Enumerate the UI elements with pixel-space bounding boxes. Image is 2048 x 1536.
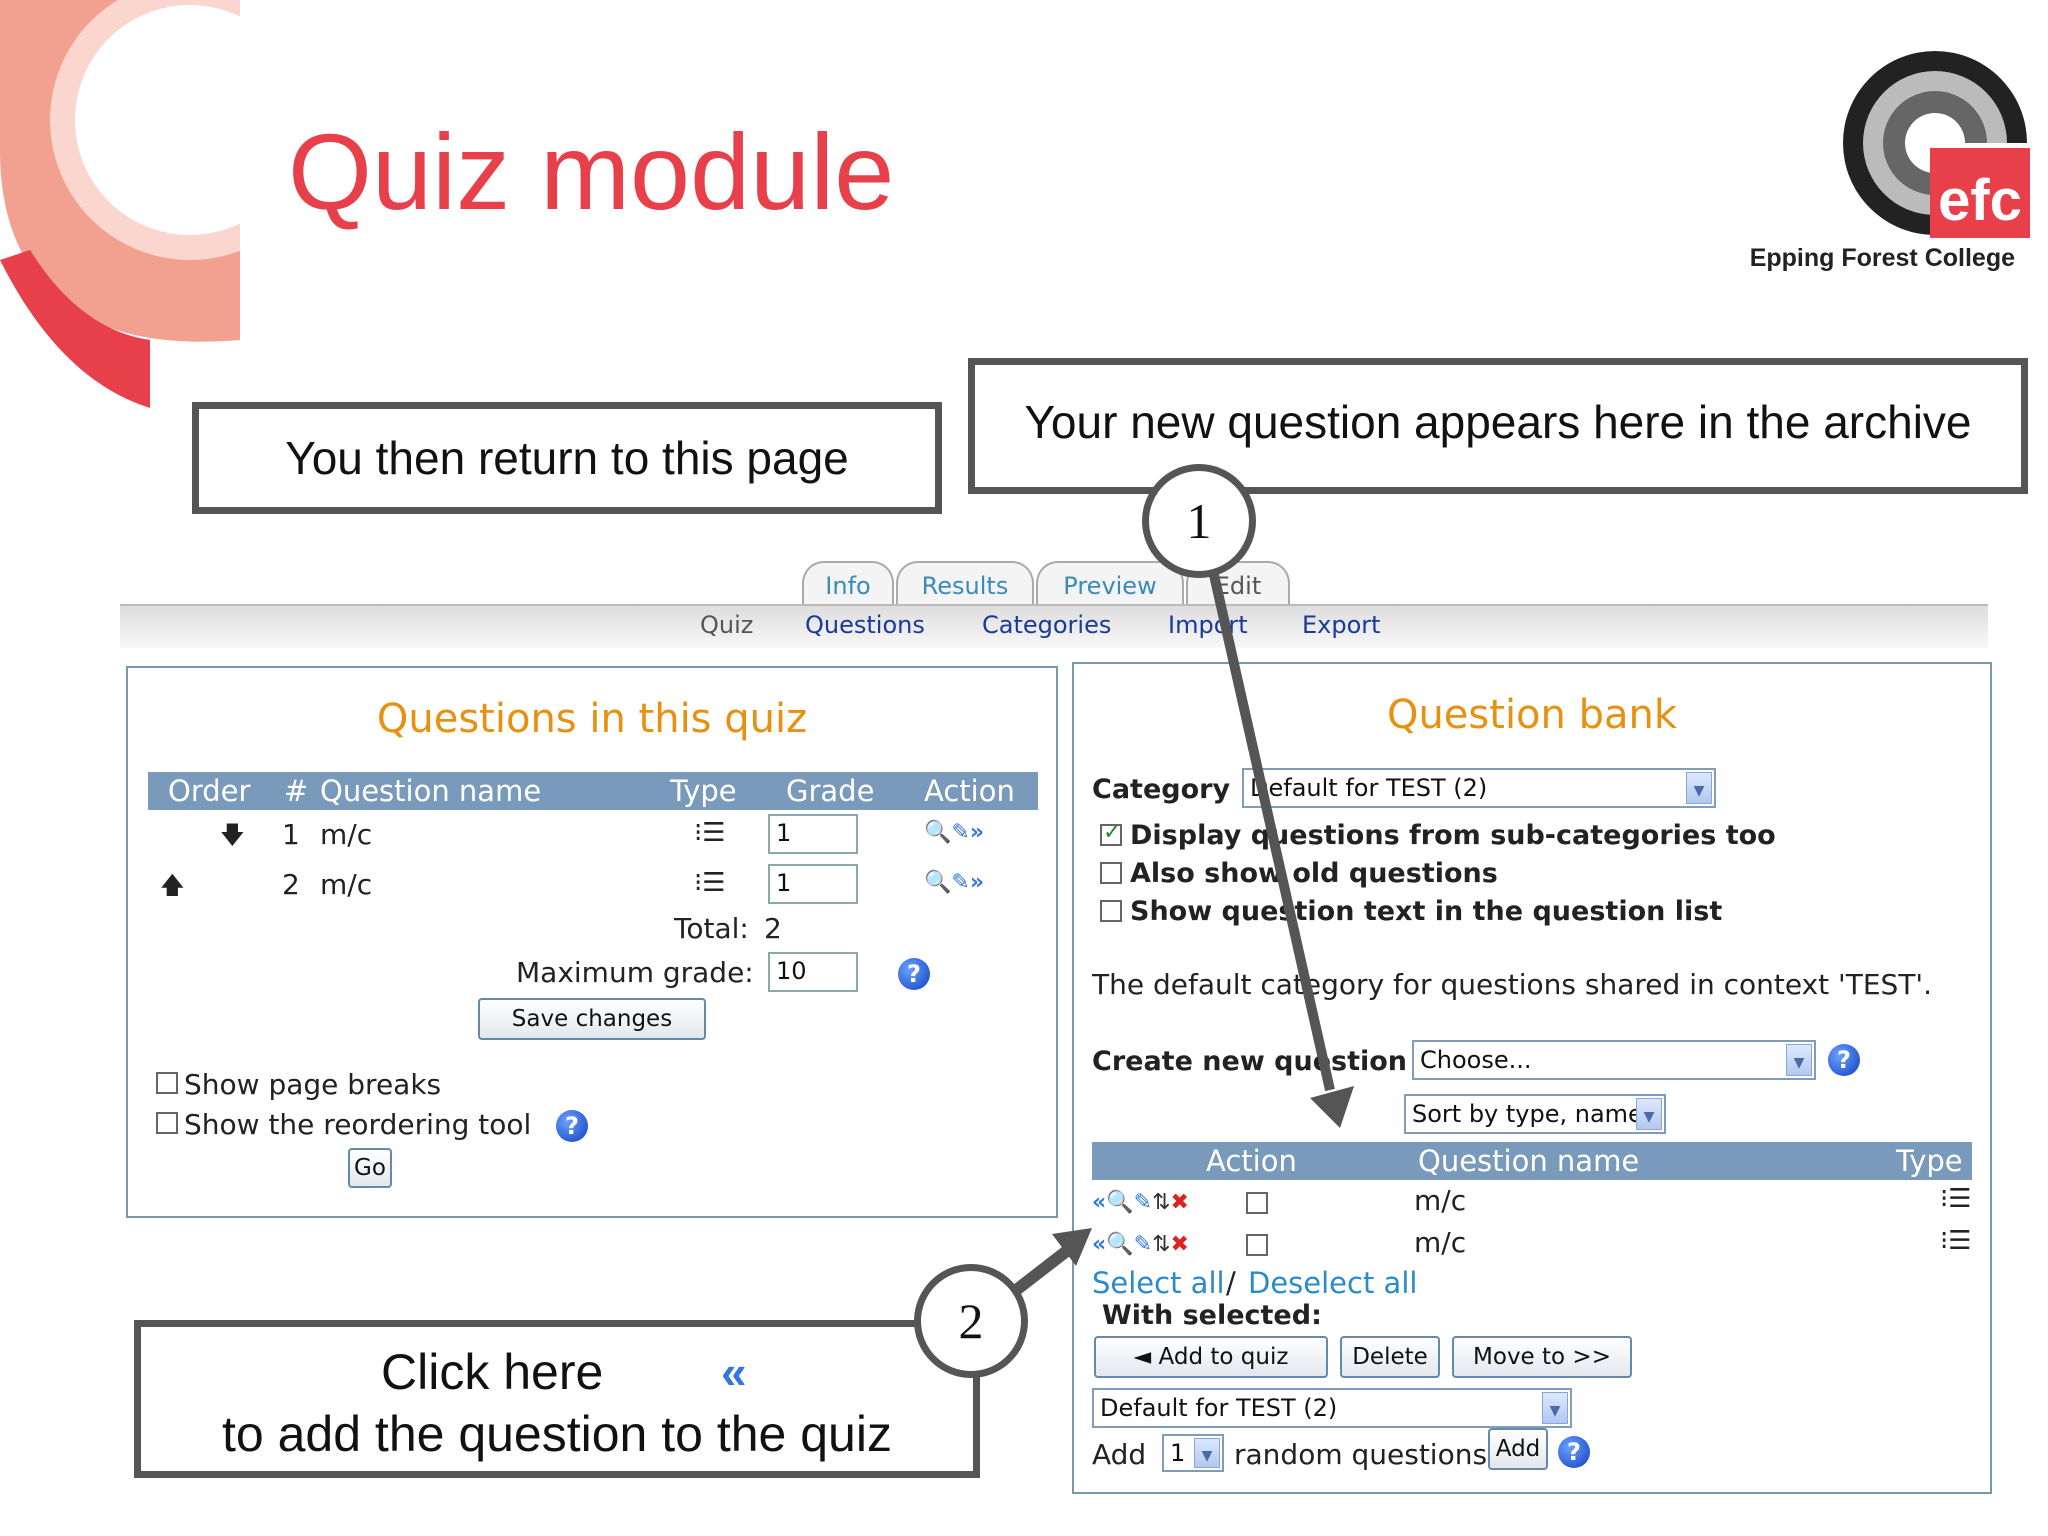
callout-click-line2: to add the question to the quiz	[222, 1406, 892, 1462]
callout-click-here: Click here « to add the question to the …	[134, 1320, 980, 1478]
step-number-2: 2	[914, 1264, 1028, 1378]
add-to-quiz-icon: «	[721, 1346, 746, 1398]
step-number-1: 1	[1142, 464, 1256, 578]
callout-click-line1: Click here	[381, 1344, 604, 1400]
